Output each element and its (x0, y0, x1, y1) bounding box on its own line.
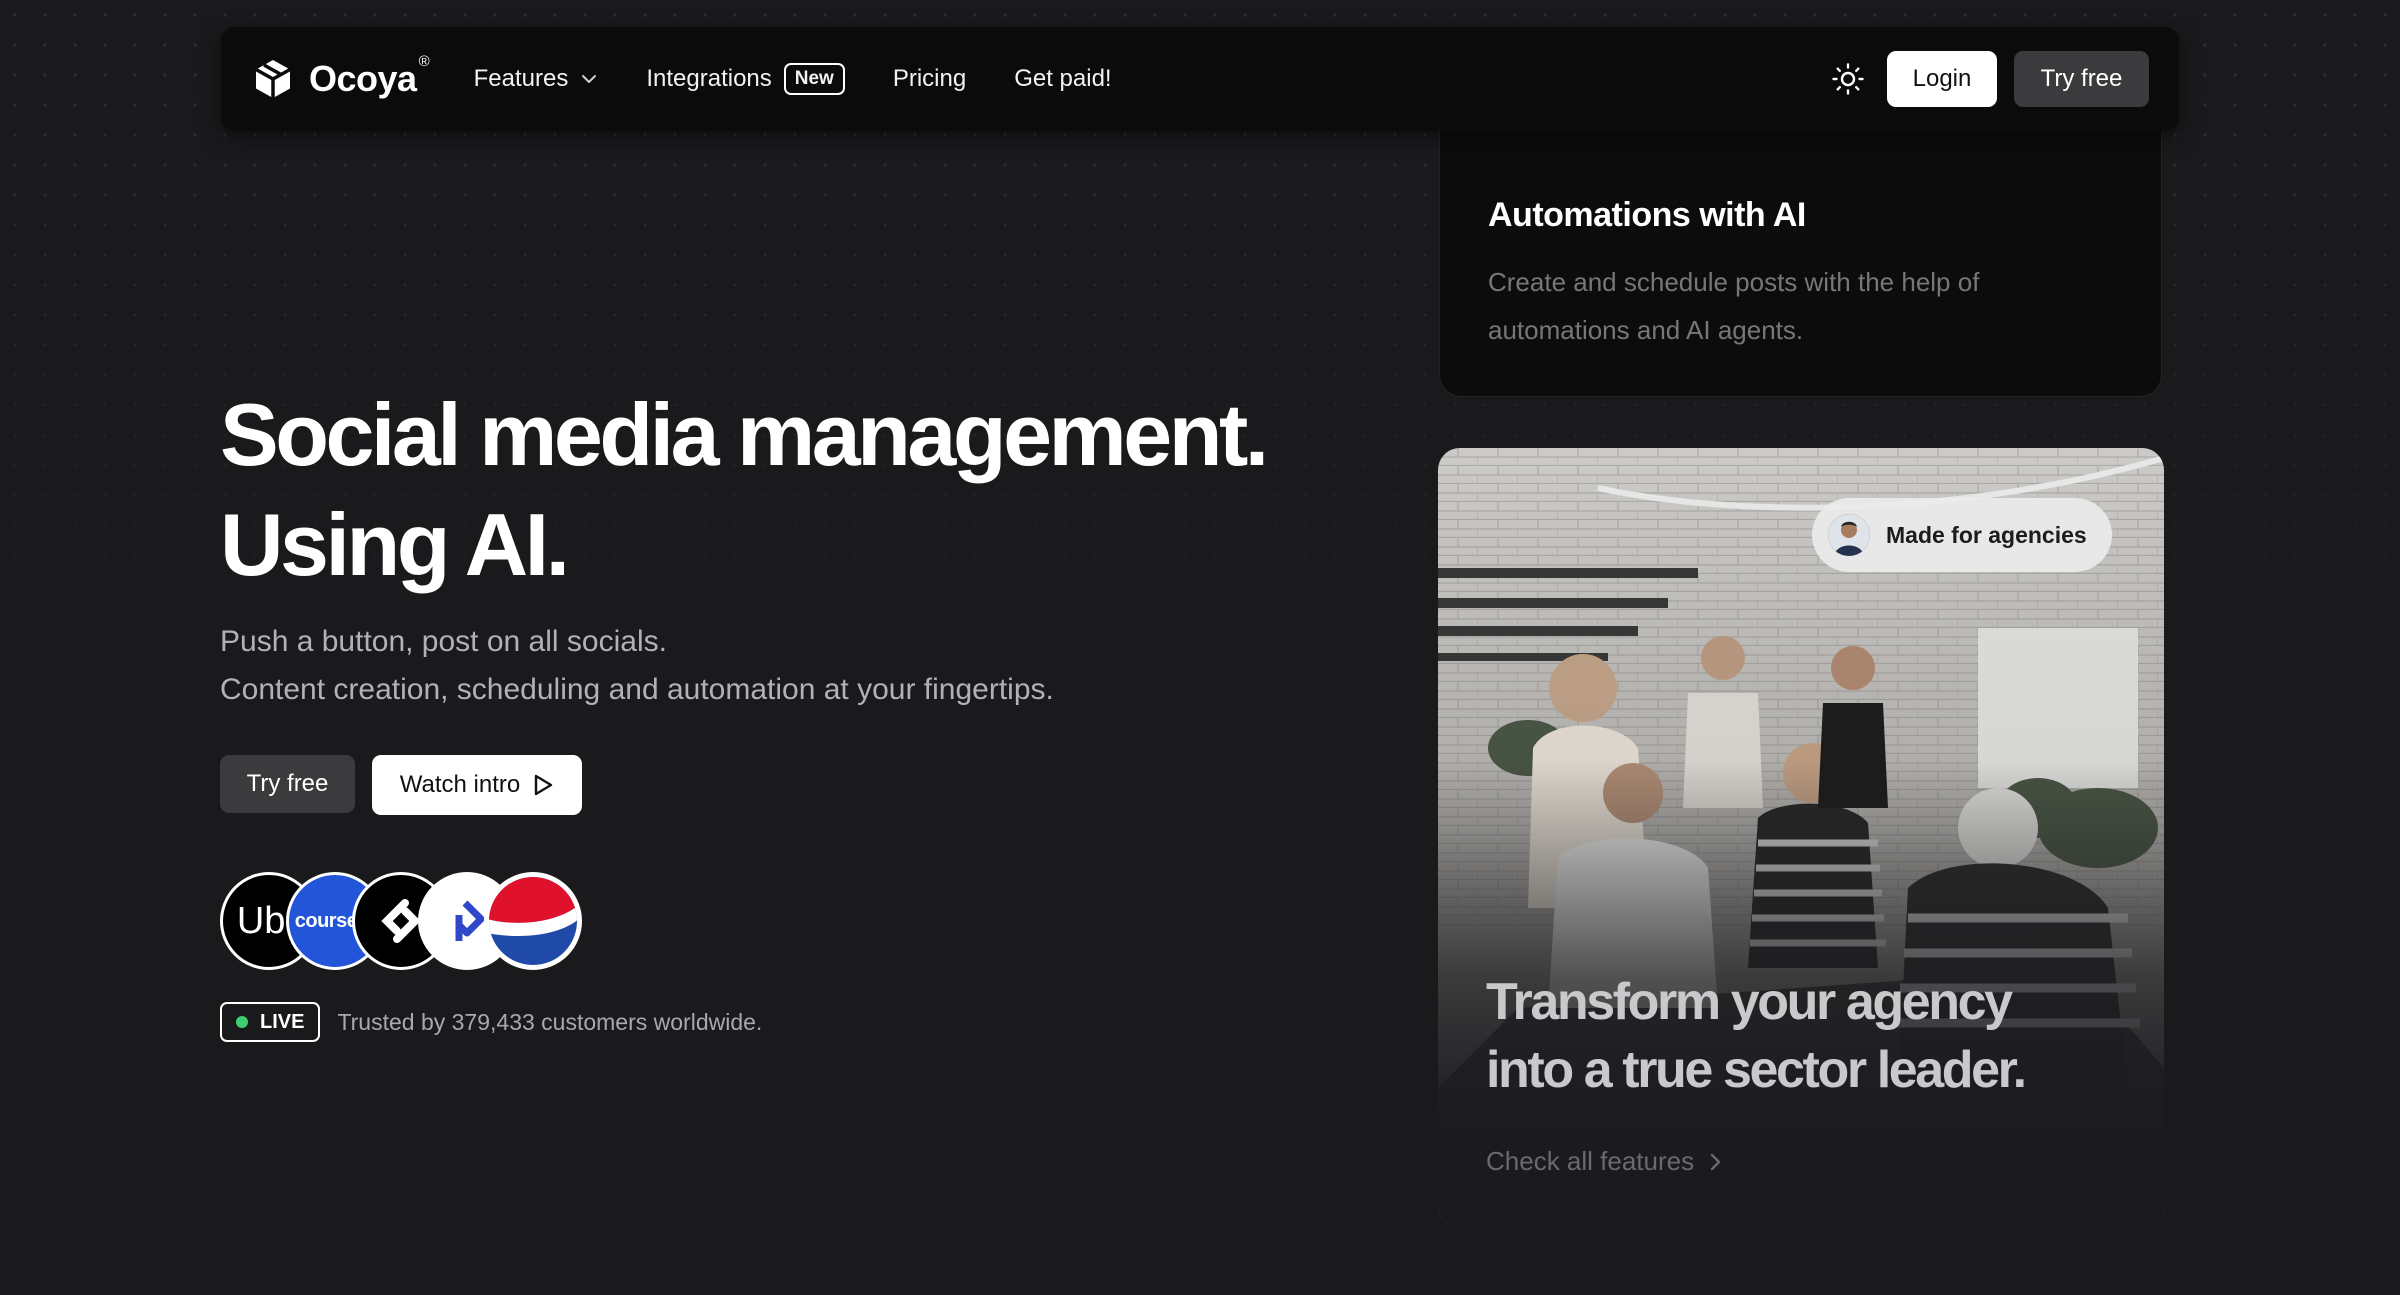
cube-logo-icon (255, 60, 291, 98)
person-avatar-icon (1828, 514, 1870, 556)
agency-headline-line: into a true sector leader. (1486, 1041, 2027, 1099)
sun-theme-toggle-icon[interactable] (1831, 62, 1865, 96)
avatar (1828, 514, 1870, 556)
check-all-features-label: Check all features (1486, 1146, 1695, 1176)
watch-intro-label: Watch intro (399, 771, 521, 798)
nav-item-integrations[interactable]: Integrations New (646, 63, 845, 95)
hero-title-line: Using AI. (220, 495, 570, 594)
live-badge: LIVE (220, 1002, 321, 1042)
chevron-down-icon (582, 75, 597, 83)
login-button[interactable]: Login (1887, 51, 1997, 107)
made-for-agencies-pill: Made for agencies (1812, 498, 2112, 572)
hero-try-free-button[interactable]: Try free (220, 755, 355, 813)
hero-cta-row: Try free Watch intro (220, 755, 582, 815)
check-all-features-link[interactable]: Check all features (1486, 1146, 1724, 1177)
trust-row: LIVE Trusted by 379,433 customers worldw… (220, 1002, 762, 1042)
agency-headline-line: Transform your agency (1486, 973, 2013, 1031)
pepsi-globe-icon (489, 877, 577, 965)
nav-item-label: Features (473, 65, 569, 92)
nav-item-label: Integrations (646, 65, 772, 92)
hero-subtitle-line: Content creation, scheduling and automat… (220, 673, 1054, 706)
nav-item-features[interactable]: Features (474, 65, 599, 93)
hero-subtitle: Push a button, post on all socials. Cont… (220, 618, 1420, 714)
new-badge: New (783, 63, 845, 95)
automation-feature-card[interactable]: Automations with AI Create and schedule … (1439, 100, 2162, 397)
brand-logo-link[interactable]: Ocoya ® (251, 53, 430, 101)
top-navbar: Ocoya ® Features Integrations New Pricin… (221, 27, 2179, 131)
nav-item-get-paid[interactable]: Get paid! (1014, 65, 1111, 93)
brand-name: Ocoya (309, 58, 417, 99)
chevron-right-icon (1710, 1153, 1721, 1170)
hero-title-line: Social media management. (220, 385, 1269, 484)
agency-pill-label: Made for agencies (1886, 521, 2087, 548)
hero-title: Social media management. Using AI. (220, 380, 1420, 600)
automation-card-description: Create and schedule posts with the help … (1488, 267, 1980, 345)
registered-mark: ® (418, 53, 430, 70)
pepsi-logo (484, 872, 582, 970)
nav-try-free-button[interactable]: Try free (2014, 51, 2149, 107)
live-dot-icon (236, 1016, 248, 1028)
agency-headline: Transform your agency into a true sector… (1486, 968, 2086, 1104)
watch-intro-button[interactable]: Watch intro (372, 755, 582, 815)
nav-item-label: Pricing (892, 65, 967, 92)
nav-item-pricing[interactable]: Pricing (893, 65, 966, 93)
nav-menu: Features Integrations New Pricing Get pa… (474, 63, 1160, 95)
trusted-by-text: Trusted by 379,433 customers worldwide. (337, 1008, 763, 1035)
nav-actions: Login Try free (1831, 51, 2149, 107)
live-label: LIVE (260, 1010, 305, 1033)
automation-card-title: Automations with AI (1488, 196, 1806, 234)
agency-feature-card[interactable]: Made for agencies Transform your agency … (1438, 448, 2164, 1228)
hero-subtitle-line: Push a button, post on all socials. (220, 625, 667, 658)
nav-item-label: Get paid! (1014, 65, 1112, 92)
play-icon (535, 774, 553, 796)
customer-logos: Uber coursera (220, 872, 600, 970)
